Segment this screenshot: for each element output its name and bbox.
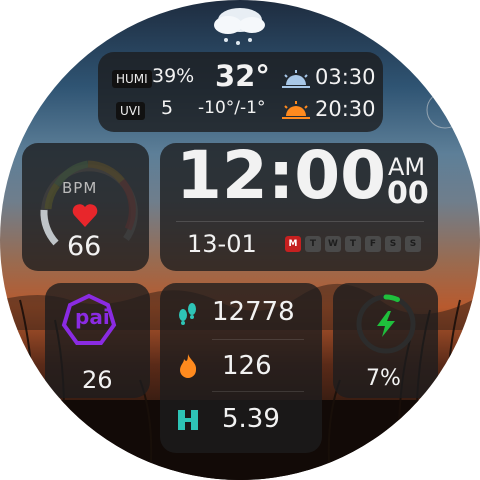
- weekday-5: S: [385, 236, 401, 252]
- heart-rate-panel[interactable]: BPM 66: [22, 143, 149, 271]
- humidity-label: HUMI: [112, 70, 152, 88]
- weekday-3: T: [345, 236, 361, 252]
- weekday-0: M: [285, 236, 301, 252]
- distance-value: 5.39: [222, 404, 280, 434]
- battery-value: 7%: [366, 366, 401, 391]
- watch-face: HUMI 39% 32° 03:30 UVI 5 -10°/-1° 20:30 …: [0, 0, 480, 480]
- time-panel: 12:00 AM 00 13-01 MTWTFSS: [160, 137, 438, 271]
- clock-time: 12:00: [176, 137, 387, 214]
- weekday-4: F: [365, 236, 381, 252]
- heart-rate-value: 66: [67, 231, 102, 262]
- heart-icon: [72, 204, 98, 227]
- pai-panel[interactable]: pai 26: [45, 283, 150, 398]
- uvi-label: UVI: [116, 102, 145, 120]
- flame-icon: [180, 354, 197, 378]
- steps-icon: [179, 303, 196, 325]
- pai-logo-text: pai: [75, 305, 110, 329]
- sunrise-icon: [282, 70, 310, 88]
- weather-panel: HUMI 39% 32° 03:30 UVI 5 -10°/-1° 20:30: [98, 52, 383, 132]
- weekday-2: W: [325, 236, 341, 252]
- pai-value: 26: [82, 366, 113, 394]
- calories-value: 126: [222, 351, 272, 381]
- date-text: 13-01: [187, 230, 257, 258]
- temperature-value: 32°: [215, 59, 270, 93]
- battery-panel[interactable]: 7%: [333, 283, 438, 398]
- humidity-value: 39%: [152, 65, 195, 87]
- cloud-snow-icon: [214, 8, 265, 45]
- bpm-label: BPM: [62, 179, 98, 197]
- weekday-1: T: [305, 236, 321, 252]
- divider: [212, 339, 304, 340]
- steps-value: 12778: [212, 297, 295, 327]
- divider: [212, 391, 304, 392]
- uvi-value: 5: [161, 97, 174, 119]
- charging-bolt-icon: [377, 311, 395, 337]
- sunset-time: 20:30: [315, 97, 376, 121]
- activity-panel: 12778 126 5.39: [160, 283, 322, 453]
- sunrise-time: 03:30: [315, 65, 376, 89]
- distance-icon: [178, 410, 198, 430]
- sunset-icon: [282, 101, 310, 119]
- seconds-value: 00: [387, 176, 429, 211]
- temperature-range: -10°/-1°: [198, 98, 266, 118]
- divider: [176, 221, 424, 222]
- weekday-6: S: [405, 236, 421, 252]
